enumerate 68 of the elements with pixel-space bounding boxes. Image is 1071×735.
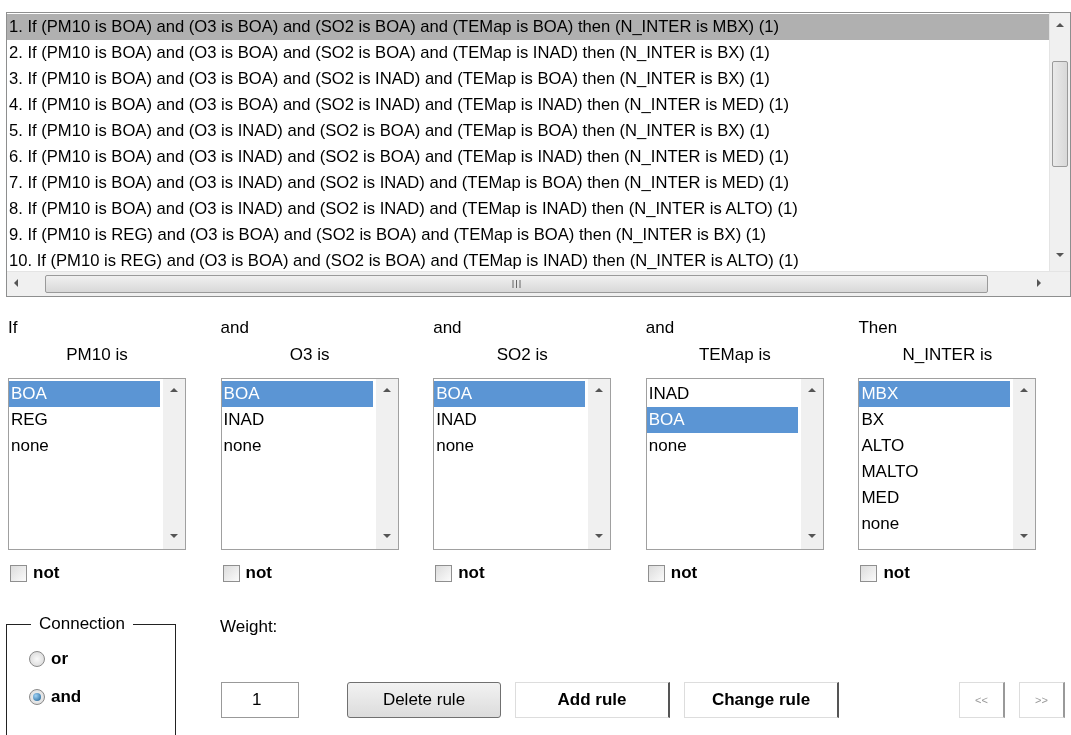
rule-item[interactable]: 9. If (PM10 is REG) and (O3 is BOA) and (SO2 is BOA) and (TEMap is BOA) then (N_INTER is BX) (1) — [7, 222, 1049, 248]
not-checkbox[interactable] — [647, 564, 665, 582]
connector-label: and — [645, 317, 675, 339]
connector-label: Then — [858, 317, 898, 339]
listbox-item[interactable]: none — [646, 433, 798, 459]
weight-field[interactable]: 1 — [221, 682, 299, 718]
not-checkbox[interactable] — [10, 564, 27, 582]
listbox-item[interactable]: INAD — [434, 407, 586, 433]
rule-item[interactable]: 3. If (PM10 is BOA) and (O3 is BOA) and (SO2 is INAD) and (TEMap is BOA) then (N_INTER is BX) (1) — [7, 66, 1049, 92]
not-checkbox[interactable] — [435, 564, 453, 582]
rule-item[interactable]: 6. If (PM10 is BOA) and (O3 is INAD) and (SO2 is BOA) and (TEMap is INAD) then (N_INTER is MED) (1) — [7, 144, 1049, 170]
connector-label: If — [8, 317, 18, 339]
membership-listbox[interactable]: BOA INAD none — [433, 378, 612, 550]
rule-item[interactable]: 10. If (PM10 is REG) and (O3 is BOA) and (SO2 is BOA) and (TEMap is INAD) then (N_INTER is ALTO) (1) — [7, 248, 1049, 271]
membership-listbox[interactable]: BOA REG none — [8, 378, 186, 550]
listbox-item[interactable]: none — [221, 433, 373, 459]
rule-item[interactable]: 2. If (PM10 is BOA) and (O3 is BOA) and (SO2 is BOA) and (TEMap is INAD) then (N_INTER is BX) (1) — [7, 40, 1049, 66]
variable-label: SO2 is — [495, 344, 549, 366]
listbox-item[interactable]: REG — [9, 407, 160, 433]
membership-listbox[interactable]: INAD BOA none — [645, 378, 824, 550]
rule-item[interactable]: 8. If (PM10 is BOA) and (O3 is INAD) and (SO2 is INAD) and (TEMap is INAD) then (N_INTER is ALTO) (1) — [7, 196, 1049, 222]
vertical-scrollbar[interactable] — [375, 379, 398, 549]
vertical-scrollbar[interactable] — [800, 379, 823, 549]
vertical-scrollbar[interactable] — [588, 379, 611, 549]
vertical-scrollbar[interactable] — [163, 379, 185, 549]
group-title: Connection — [38, 614, 126, 634]
checkbox-label: not — [458, 563, 485, 583]
rule-item[interactable]: 7. If (PM10 is BOA) and (O3 is INAD) and (SO2 is INAD) and (TEMap is BOA) then (N_INTER is MED) (1) — [7, 170, 1049, 196]
weight-label: Weight: — [220, 616, 279, 638]
membership-listbox[interactable]: BOA INAD none — [220, 378, 399, 550]
radio-button[interactable] — [29, 651, 45, 667]
variable-label: O3 is — [288, 344, 331, 366]
vertical-scrollbar[interactable] — [1049, 13, 1070, 271]
variable-label: N_INTER is — [901, 344, 994, 366]
listbox-item[interactable]: INAD — [221, 407, 373, 433]
not-checkbox[interactable] — [860, 564, 878, 582]
variable-label: PM10 is — [65, 344, 129, 366]
checkbox-label: not — [33, 563, 60, 583]
listbox-item[interactable]: ALTO — [859, 433, 1011, 459]
rule-item[interactable]: 4. If (PM10 is BOA) and (O3 is BOA) and (SO2 is INAD) and (TEMap is INAD) then (N_INTER is MED) (1) — [7, 92, 1049, 118]
membership-listbox[interactable]: MBX BX ALTO MALTO MED none — [858, 378, 1037, 550]
connector-label: and — [220, 317, 249, 339]
radio-label: or — [51, 649, 68, 669]
rule-item[interactable]: 5. If (PM10 is BOA) and (O3 is INAD) and (SO2 is BOA) and (TEMap is BOA) then (N_INTER is BX) (1) — [7, 118, 1049, 144]
listbox-item[interactable]: INAD — [646, 381, 798, 407]
connector-label: and — [433, 317, 462, 339]
variable-label: TEMap is — [697, 344, 772, 366]
horizontal-scrollbar[interactable] — [7, 271, 1070, 296]
listbox-item[interactable]: none — [859, 511, 1011, 537]
listbox-item[interactable]: none — [9, 433, 160, 459]
radio-button[interactable] — [29, 689, 45, 705]
radio-label: and — [51, 687, 82, 707]
listbox-item[interactable]: MALTO — [859, 459, 1011, 485]
action-button[interactable]: Change rule — [684, 682, 839, 718]
listbox-item[interactable]: BX — [859, 407, 1011, 433]
checkbox-label: not — [245, 563, 273, 583]
vertical-scrollbar[interactable] — [1013, 379, 1036, 549]
checkbox-label: not — [670, 563, 698, 583]
action-button[interactable]: Add rule — [515, 682, 670, 718]
listbox-item[interactable]: MED — [859, 485, 1011, 511]
grip-icon — [512, 280, 521, 288]
scrollbar-thumb[interactable] — [1052, 61, 1068, 167]
not-checkbox[interactable] — [222, 564, 240, 582]
delete-button[interactable]: Delete rule — [347, 682, 501, 718]
checkbox-label: not — [883, 563, 910, 583]
scrollbar-thumb[interactable] — [45, 275, 988, 293]
rule-item[interactable]: 1. If (PM10 is BOA) and (O3 is BOA) and (SO2 is BOA) and (TEMap is BOA) then (N_INTER is MBX) (1) — [7, 14, 1049, 40]
listbox-item[interactable]: none — [434, 433, 586, 459]
